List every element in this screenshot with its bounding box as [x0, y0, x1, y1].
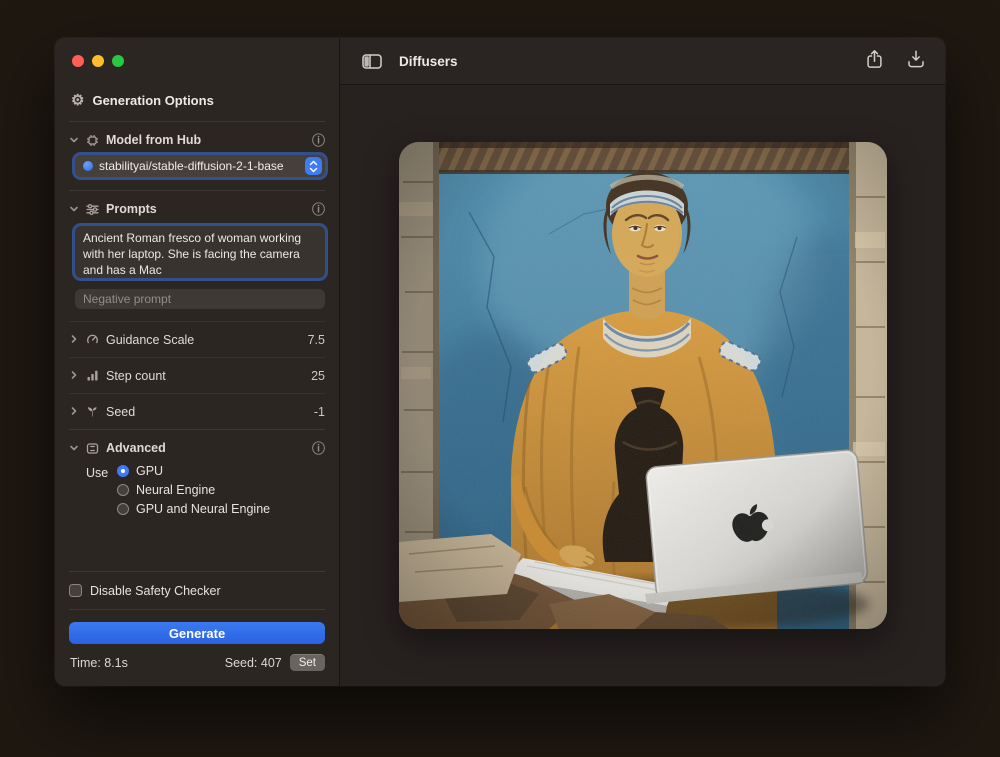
seed-label: Seed	[106, 405, 135, 419]
chevron-down-icon	[69, 443, 79, 453]
radio-option-gpu-and-neural-engine[interactable]: GPU and Neural Engine	[117, 502, 325, 516]
radio-gpu-and-neural-engine-label: GPU and Neural Engine	[136, 502, 270, 516]
guidance-scale-label: Guidance Scale	[106, 333, 194, 347]
download-icon[interactable]	[907, 49, 925, 74]
generated-image-fresco	[399, 142, 887, 629]
advanced-section-label: Advanced	[106, 441, 166, 455]
sliders-icon	[86, 203, 99, 216]
divider	[69, 121, 325, 122]
divider	[69, 190, 325, 191]
traffic-lights	[69, 38, 325, 67]
chevron-right-icon	[69, 333, 79, 347]
divider	[69, 321, 325, 322]
divider	[69, 609, 325, 610]
step-count-row[interactable]: Step count 25	[69, 363, 325, 388]
radio-option-gpu[interactable]: GPU	[117, 464, 325, 478]
minimize-button[interactable]	[92, 55, 104, 67]
generated-image	[399, 142, 887, 629]
advanced-section-row[interactable]: Advanced ⓘ	[69, 435, 325, 461]
select-stepper-icon[interactable]	[305, 157, 322, 175]
chevron-right-icon	[69, 405, 79, 419]
prompts-section-row[interactable]: Prompts ⓘ	[69, 196, 325, 222]
model-select[interactable]: stabilityai/stable-diffusion-2-1-base	[75, 155, 325, 177]
guidance-scale-row[interactable]: Guidance Scale 7.5	[69, 327, 325, 352]
safety-checker-checkbox[interactable]	[69, 584, 82, 597]
seed-sprout-icon	[86, 405, 99, 418]
radio-neural-engine[interactable]	[117, 484, 129, 496]
image-canvas	[340, 85, 945, 686]
compute-unit-group: Use GPU Neural Engine GPU and Neural Eng…	[69, 464, 325, 516]
guidance-scale-value: 7.5	[308, 333, 325, 347]
radio-gpu[interactable]	[117, 465, 129, 477]
model-section-label: Model from Hub	[106, 133, 201, 147]
safety-checker-label: Disable Safety Checker	[90, 584, 221, 598]
step-count-value: 25	[311, 369, 325, 383]
radio-gpu-label: GPU	[136, 464, 163, 478]
step-count-label: Step count	[106, 369, 166, 383]
model-select-value: stabilityai/stable-diffusion-2-1-base	[99, 159, 299, 173]
diffusers-window: ⚙ Generation Options Model from Hub ⓘ st…	[55, 38, 945, 686]
info-icon[interactable]: ⓘ	[312, 203, 325, 216]
vertical-sliders-icon	[86, 442, 99, 455]
steps-icon	[86, 369, 99, 382]
sidebar-header: ⚙ Generation Options	[71, 93, 325, 108]
generate-button[interactable]: Generate	[69, 622, 325, 644]
share-icon[interactable]	[866, 49, 883, 74]
divider	[69, 429, 325, 430]
chevron-right-icon	[69, 369, 79, 383]
seed-value: -1	[314, 405, 325, 419]
negative-prompt-input[interactable]	[75, 289, 325, 309]
prompts-section-label: Prompts	[106, 202, 157, 216]
model-section-row[interactable]: Model from Hub ⓘ	[69, 127, 325, 153]
main-area: Diffusers	[340, 38, 945, 686]
divider	[69, 571, 325, 572]
radio-gpu-and-neural-engine[interactable]	[117, 503, 129, 515]
zoom-button[interactable]	[112, 55, 124, 67]
gauge-icon	[86, 333, 99, 346]
radio-option-neural-engine[interactable]: Neural Engine	[117, 483, 325, 497]
sidebar-bottom-group: Disable Safety Checker Generate Time: 8.…	[69, 566, 325, 686]
result-seed: Seed: 407	[225, 656, 282, 670]
info-icon[interactable]: ⓘ	[312, 134, 325, 147]
divider	[69, 357, 325, 358]
chevron-down-icon	[69, 135, 79, 145]
chevron-down-icon	[69, 204, 79, 214]
sidebar-toggle-icon[interactable]	[362, 54, 382, 69]
info-icon[interactable]: ⓘ	[312, 442, 325, 455]
prompt-input[interactable]: Ancient Roman fresco of woman working wi…	[75, 226, 325, 278]
set-seed-button[interactable]: Set	[290, 654, 325, 671]
radio-neural-engine-label: Neural Engine	[136, 483, 215, 497]
titlebar: Diffusers	[340, 38, 945, 85]
model-dot-icon	[83, 161, 93, 171]
safety-checker-row[interactable]: Disable Safety Checker	[69, 577, 325, 604]
chip-icon	[86, 134, 99, 147]
divider	[69, 393, 325, 394]
generation-time: Time: 8.1s	[70, 656, 128, 670]
seed-row[interactable]: Seed -1	[69, 399, 325, 424]
close-button[interactable]	[72, 55, 84, 67]
window-title: Diffusers	[399, 54, 458, 69]
generation-options-icon: ⚙	[71, 93, 84, 108]
sidebar-title: Generation Options	[92, 93, 213, 108]
sidebar: ⚙ Generation Options Model from Hub ⓘ st…	[55, 38, 340, 686]
status-bar: Time: 8.1s Seed: 407 Set	[69, 654, 325, 686]
use-label: Use	[86, 464, 117, 516]
